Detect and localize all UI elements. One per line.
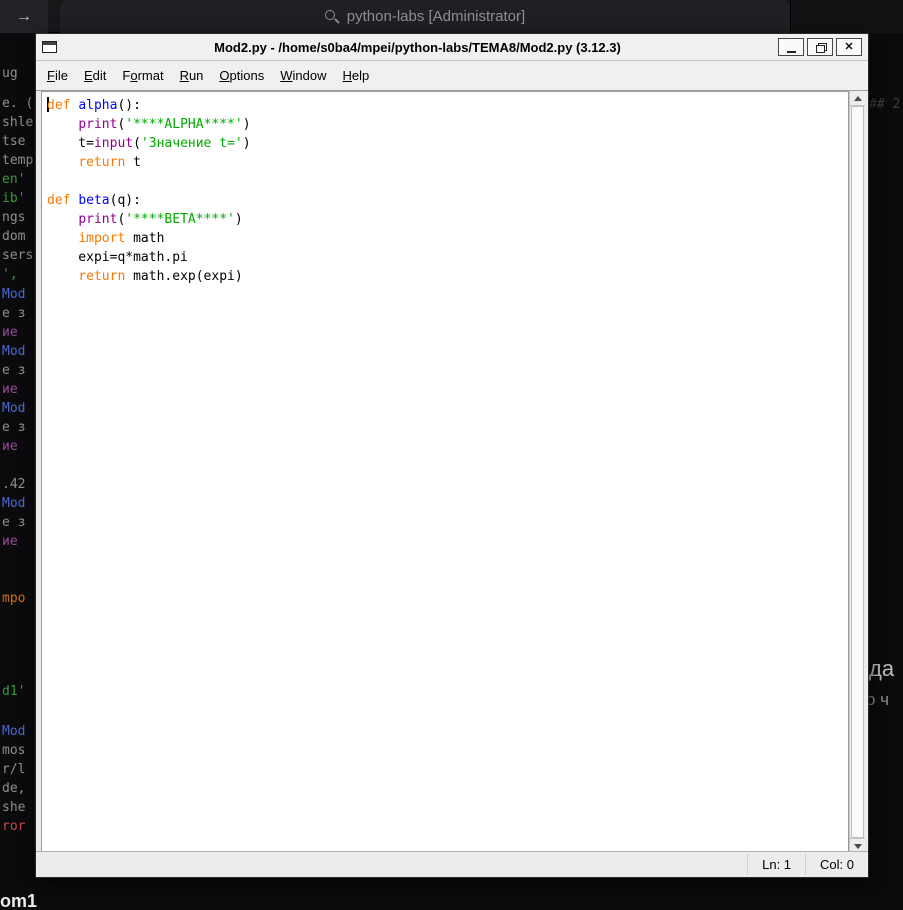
background-text-fragment: ие xyxy=(2,326,18,340)
background-text-fragment: en' xyxy=(2,173,25,187)
top-bar-right-area xyxy=(790,0,903,33)
code-line: t=input('Значение t=') xyxy=(47,134,848,153)
code-line: expi=q*math.pi xyxy=(47,248,848,267)
code-editor[interactable]: def alpha(): print('****ALPHA****') t=in… xyxy=(41,91,849,853)
background-text-fragment: sers xyxy=(2,249,33,263)
maximize-button[interactable] xyxy=(807,38,833,56)
code-area: def alpha(): print('****ALPHA****') t=in… xyxy=(47,96,848,286)
background-text-fragment: e з xyxy=(2,421,25,435)
menu-format[interactable]: Format xyxy=(114,64,171,87)
code-line: print('****ALPHA****') xyxy=(47,115,848,134)
search-title-text: python-labs [Administrator] xyxy=(347,8,525,25)
status-line: Ln: 1 xyxy=(747,854,805,875)
menu-help[interactable]: Help xyxy=(335,64,378,87)
window-search-title[interactable]: python-labs [Administrator] xyxy=(60,0,790,33)
background-text-fragment: .42 xyxy=(2,478,25,492)
background-text-fragment: e з xyxy=(2,307,25,321)
background-text-fragment: да xyxy=(869,656,894,682)
code-line xyxy=(47,172,848,191)
background-text-fragment: tse xyxy=(2,135,25,149)
minimize-button[interactable] xyxy=(778,38,804,56)
scroll-up-icon xyxy=(854,96,862,101)
code-line: def beta(q): xyxy=(47,191,848,210)
window-icon xyxy=(42,41,57,53)
scroll-down-icon xyxy=(854,844,862,849)
background-text-fragment: Mod xyxy=(2,497,25,511)
background-text-fragment: e. ( xyxy=(2,97,33,111)
background-text-fragment-bottom: om1 xyxy=(0,891,37,910)
idle-editor-window: Mod2.py - /home/s0ba4/mpei/python-labs/T… xyxy=(35,33,869,878)
title-bar[interactable]: Mod2.py - /home/s0ba4/mpei/python-labs/T… xyxy=(36,34,868,61)
window-controls: ✕ xyxy=(778,38,862,56)
background-text-fragment: dom xyxy=(2,230,25,244)
background-text-fragment: ', xyxy=(2,268,18,282)
background-text-fragment: mpo xyxy=(2,592,25,606)
background-text-fragment: temp xyxy=(2,154,33,168)
background-text-fragment: e з xyxy=(2,364,25,378)
background-text-fragment: e з xyxy=(2,516,25,530)
background-top-bar: → python-labs [Administrator] xyxy=(0,0,903,33)
scrollbar-thumb[interactable] xyxy=(851,106,864,838)
menu-edit[interactable]: Edit xyxy=(76,64,114,87)
menu-file[interactable]: File xyxy=(39,64,76,87)
background-text-fragment: о ч xyxy=(866,690,889,710)
code-line: import math xyxy=(47,229,848,248)
background-text-fragment: she xyxy=(2,801,25,815)
background-text-fragment: ие xyxy=(2,440,18,454)
scroll-up-button[interactable] xyxy=(850,91,865,106)
status-bar: Ln: 1 Col: 0 xyxy=(36,851,868,877)
menu-options[interactable]: Options xyxy=(211,64,272,87)
background-text-fragment: ие xyxy=(2,383,18,397)
back-arrow-button[interactable]: → xyxy=(0,0,48,33)
background-text-fragment: ib' xyxy=(2,192,25,206)
code-line: return math.exp(expi) xyxy=(47,267,848,286)
close-icon: ✕ xyxy=(844,42,853,53)
window-title: Mod2.py - /home/s0ba4/mpei/python-labs/T… xyxy=(57,40,778,55)
background-text-fragment: Mod xyxy=(2,725,25,739)
background-text-fragment: ие xyxy=(2,535,18,549)
menu-bar: FileEditFormatRunOptionsWindowHelp xyxy=(36,61,868,91)
search-icon xyxy=(325,10,339,24)
background-text-fragment: ngs xyxy=(2,211,25,225)
background-text-fragment: r/l xyxy=(2,763,25,777)
vertical-scrollbar[interactable] xyxy=(849,91,864,853)
background-text-fragment: Mod xyxy=(2,345,25,359)
restore-icon xyxy=(816,43,825,51)
minimize-icon xyxy=(787,51,796,53)
desktop: → python-labs [Administrator] ug (e. (sh… xyxy=(0,0,903,910)
menu-run[interactable]: Run xyxy=(172,64,212,87)
background-text-fragment: de, xyxy=(2,782,25,796)
code-line: print('****BETA****') xyxy=(47,210,848,229)
code-line: def alpha(): xyxy=(47,96,848,115)
code-line: return t xyxy=(47,153,848,172)
arrow-icon: → xyxy=(16,8,32,26)
close-button[interactable]: ✕ xyxy=(836,38,862,56)
menu-window[interactable]: Window xyxy=(272,64,334,87)
background-text-fragment: Mod xyxy=(2,402,25,416)
background-text-fragment: shle xyxy=(2,116,33,130)
status-col: Col: 0 xyxy=(805,854,868,875)
background-text-fragment: d1' xyxy=(2,685,25,699)
background-text-fragment: mos xyxy=(2,744,25,758)
background-text-fragment: Mod xyxy=(2,288,25,302)
background-text-fragment: ror xyxy=(2,820,25,834)
background-text-fragment: ## 2 xyxy=(869,97,900,112)
